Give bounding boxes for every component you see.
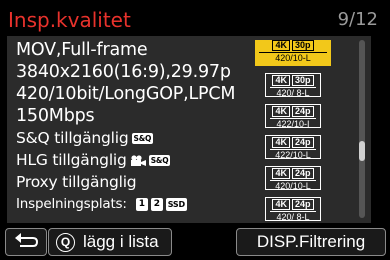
quality-panel: MOV,Full-frame 3840x2160(16:9),29.97p 42… — [7, 36, 371, 223]
quality-item[interactable]: 4K 24p 420/ 8-L — [265, 197, 321, 222]
quality-item[interactable]: 4K 24p 422/10-L — [265, 135, 321, 160]
scrollbar-thumb[interactable] — [359, 141, 365, 161]
sq-text: S&Q tillgänglig — [16, 129, 129, 147]
quality-item-header: 4K 24p — [266, 168, 320, 179]
hlg-line: HLG tillgänglig S&Q — [16, 149, 252, 171]
framerate-badge: 24p — [292, 137, 314, 148]
codec-label: 420/10-L — [259, 52, 327, 63]
codec-label: 420/ 8-L — [270, 211, 316, 222]
codec-label: 422/10-L — [270, 149, 316, 160]
location-text: Inspelningsplats: — [16, 196, 127, 212]
slot1-icon: 1 — [135, 197, 148, 211]
framerate-badge: 24p — [292, 168, 314, 179]
quality-item[interactable]: 4K 24p 420/10-L — [265, 166, 321, 191]
framerate-badge: 30p — [292, 75, 314, 86]
codec-line: 420/10bit/LongGOP,LPCM — [16, 84, 236, 104]
codec-label: 420/ 8-L — [270, 87, 316, 98]
resolution-line: 3840x2160(16:9),29.97p — [16, 62, 231, 82]
format-line: MOV,Full-frame — [16, 40, 148, 60]
framerate-badge: 30p — [292, 40, 314, 51]
proxy-line: Proxy tillgänglig — [16, 173, 137, 191]
resolution-badge: 4K — [272, 168, 290, 179]
ssd-icon: SSD — [165, 197, 187, 211]
slot2-icon: 2 — [150, 197, 163, 211]
quality-item-header: 4K 30p — [266, 75, 320, 86]
add-to-list-button[interactable]: Q lägg i lista — [48, 228, 172, 256]
q-button-icon: Q — [56, 233, 75, 252]
quality-item[interactable]: 4K 24p 422/10-I — [265, 104, 321, 129]
sq-icon: S&Q — [131, 133, 154, 144]
resolution-badge: 4K — [272, 106, 290, 117]
resolution-badge: 4K — [272, 75, 290, 86]
quality-item[interactable]: 4K 30p 420/10-L — [255, 40, 331, 66]
sq-line: S&Q tillgänglig S&Q — [16, 127, 252, 149]
sq-icon: S&Q — [148, 155, 171, 166]
quality-list: 4K 30p 420/10-L 4K 30p 420/ 8-L 4K 24p 422/10-I 4… — [255, 39, 331, 228]
page-title: Insp.kvalitet — [8, 8, 131, 32]
codec-label: 420/10-L — [270, 180, 316, 191]
quality-item-header: 4K 30p — [255, 40, 331, 51]
filter-button[interactable]: DISP.Filtrering — [236, 228, 386, 256]
quality-item-header: 4K 24p — [266, 199, 320, 210]
movie-camera-icon — [130, 155, 146, 166]
framerate-badge: 24p — [292, 106, 314, 117]
footer-bar: Q lägg i lista DISP.Filtrering — [0, 228, 390, 260]
codec-label: 422/10-I — [270, 118, 316, 129]
add-to-list-label: lägg i lista — [83, 232, 159, 251]
page-number: 9/12 — [337, 9, 378, 30]
quality-item-header: 4K 24p — [266, 137, 320, 148]
hlg-text: HLG tillgänglig — [16, 151, 127, 169]
quality-item[interactable]: 4K 30p 420/ 8-L — [265, 73, 321, 98]
framerate-badge: 24p — [292, 199, 314, 210]
quality-details: MOV,Full-frame 3840x2160(16:9),29.97p 42… — [16, 39, 252, 215]
bitrate-line: 150Mbps — [16, 106, 95, 126]
location-line: Inspelningsplats: 1 2 SSD — [16, 193, 252, 215]
quality-item-header: 4K 24p — [266, 106, 320, 117]
resolution-badge: 4K — [272, 40, 290, 51]
scrollbar[interactable] — [359, 40, 365, 218]
return-arrow-icon — [15, 233, 39, 247]
resolution-badge: 4K — [272, 137, 290, 148]
back-button[interactable] — [5, 228, 47, 256]
resolution-badge: 4K — [272, 199, 290, 210]
